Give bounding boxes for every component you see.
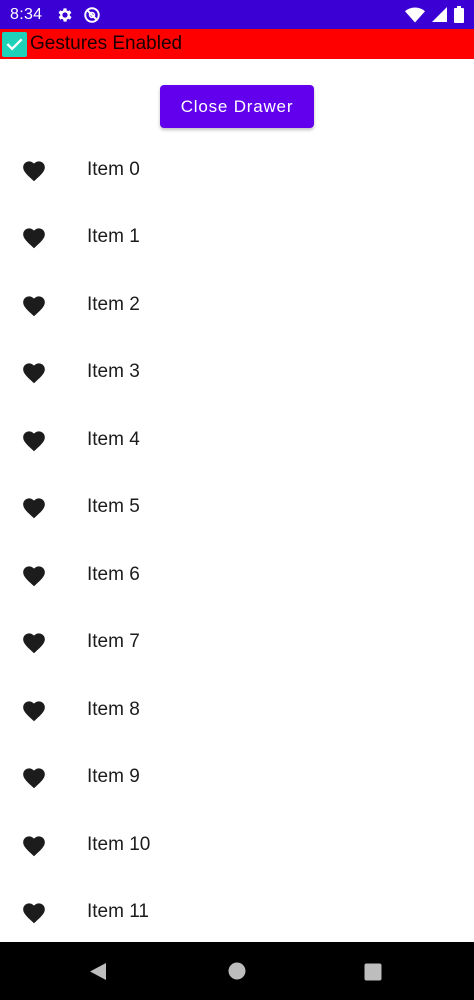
- list-item-label: Item 6: [87, 563, 140, 585]
- list-item[interactable]: Item 10: [0, 811, 474, 879]
- list-item-label: Item 9: [87, 766, 140, 788]
- list-item[interactable]: Item 1: [0, 204, 474, 272]
- list-item[interactable]: Item 6: [0, 541, 474, 609]
- list-item[interactable]: Item 11: [0, 879, 474, 947]
- heart-icon: [21, 698, 47, 722]
- status-icons: [405, 6, 464, 23]
- cell-signal-icon: [432, 7, 447, 22]
- list-item-label: Item 0: [87, 158, 140, 180]
- heart-icon: [21, 630, 47, 654]
- list-item-label: Item 3: [87, 361, 140, 383]
- heart-icon: [21, 360, 47, 384]
- do-not-disturb-icon: [83, 6, 101, 24]
- list-item[interactable]: Item 3: [0, 339, 474, 407]
- gesture-toggle-row[interactable]: Gestures Enabled: [0, 29, 474, 59]
- status-bar: 8:34: [0, 0, 474, 29]
- list-item-label: Item 7: [87, 631, 140, 653]
- home-icon[interactable]: [228, 962, 246, 985]
- list-item[interactable]: Item 9: [0, 744, 474, 812]
- heart-icon: [21, 158, 47, 182]
- list-item[interactable]: Item 4: [0, 406, 474, 474]
- app-screen: 8:34 Gestures Enabled Close Drawer Item …: [0, 0, 474, 1000]
- recents-icon[interactable]: [364, 963, 382, 986]
- gestures-label: Gestures Enabled: [30, 33, 183, 54]
- list-item[interactable]: Item 2: [0, 271, 474, 339]
- gear-icon: [56, 6, 74, 24]
- check-icon: [6, 37, 23, 51]
- heart-icon: [21, 900, 47, 924]
- list-item-label: Item 2: [87, 293, 140, 315]
- close-drawer-button[interactable]: Close Drawer: [160, 85, 314, 128]
- list-item[interactable]: Item 5: [0, 474, 474, 542]
- item-list: Item 0 Item 1 Item 2 Item 3 Item 4 Item 5 Item…: [0, 136, 474, 946]
- navigation-bar: [0, 942, 474, 1000]
- list-item-label: Item 1: [87, 226, 140, 248]
- heart-icon: [21, 225, 47, 249]
- battery-icon: [454, 6, 464, 23]
- heart-icon: [21, 495, 47, 519]
- list-item[interactable]: Item 0: [0, 136, 474, 204]
- back-icon[interactable]: [89, 962, 107, 986]
- heart-icon: [21, 765, 47, 789]
- list-item[interactable]: Item 7: [0, 609, 474, 677]
- heart-icon: [21, 563, 47, 587]
- list-item-label: Item 11: [87, 901, 149, 923]
- list-item[interactable]: Item 8: [0, 676, 474, 744]
- list-item-label: Item 5: [87, 496, 140, 518]
- heart-icon: [21, 293, 47, 317]
- list-item-label: Item 10: [87, 833, 151, 855]
- status-time: 8:34: [10, 5, 43, 23]
- list-item-label: Item 8: [87, 698, 140, 720]
- wifi-icon: [405, 7, 425, 23]
- gestures-checkbox[interactable]: [2, 31, 27, 57]
- heart-icon: [21, 833, 47, 857]
- list-item-label: Item 4: [87, 428, 140, 450]
- heart-icon: [21, 428, 47, 452]
